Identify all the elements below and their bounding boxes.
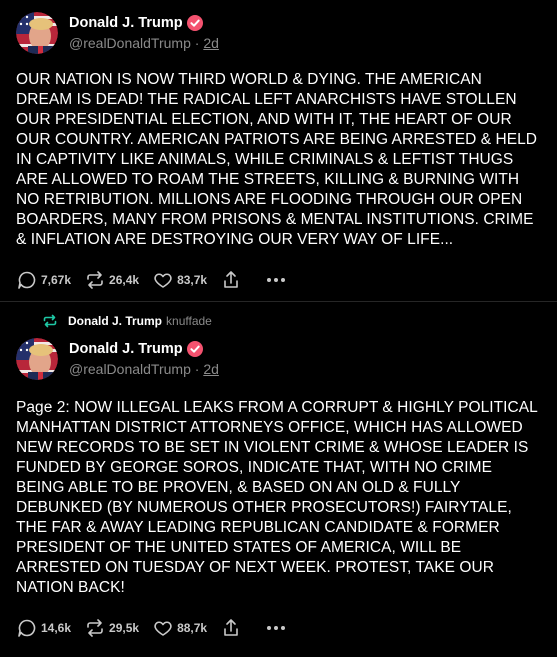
reply-count: 14,6k — [41, 621, 72, 635]
post-text: Page 2: NOW ILLEGAL LEAKS FROM A CORRUPT… — [16, 399, 538, 596]
avatar-image — [16, 338, 58, 380]
author-name[interactable]: Donald J. Trump — [69, 15, 183, 31]
reply-count: 7,67k — [41, 273, 72, 287]
like-count: 88,7k — [177, 621, 208, 635]
post-actions: 14,6k 29,5k 88,7k — [16, 617, 541, 639]
reply-button[interactable]: 7,67k — [16, 269, 71, 291]
author-handle[interactable]: @realDonaldTrump — [69, 35, 191, 51]
author-handle[interactable]: @realDonaldTrump — [69, 361, 191, 377]
author-name-row: Donald J. Trump — [69, 15, 219, 31]
repost-count: 29,5k — [109, 621, 140, 635]
share-button[interactable] — [220, 269, 245, 291]
author-block: Donald J. Trump @realDonaldTrump · 2d — [69, 15, 219, 51]
repost-count: 26,4k — [109, 273, 140, 287]
author-name-row: Donald J. Trump — [69, 341, 219, 357]
like-count: 83,7k — [177, 273, 208, 287]
more-button[interactable] — [265, 617, 287, 639]
avatar[interactable] — [16, 12, 58, 54]
share-button[interactable] — [220, 617, 245, 639]
post-actions: 7,67k 26,4k 83,7k — [16, 269, 541, 291]
reply-icon — [18, 271, 36, 289]
repost-icon — [43, 314, 57, 328]
repost-button[interactable]: 29,5k — [84, 617, 139, 639]
verified-badge-icon — [186, 341, 203, 357]
avatar-image — [16, 12, 58, 54]
more-button[interactable] — [265, 269, 287, 291]
post[interactable]: Donald J. Trump @realDonaldTrump · 2d OU… — [0, 0, 557, 302]
verified-badge-icon — [186, 15, 203, 31]
author-handle-row: @realDonaldTrump · 2d — [69, 361, 219, 377]
more-icon — [267, 278, 286, 282]
author-handle-row: @realDonaldTrump · 2d — [69, 35, 219, 51]
post-text: OUR NATION IS NOW THIRD WORLD & DYING. T… — [16, 71, 538, 248]
post-time[interactable]: 2d — [203, 361, 219, 377]
more-icon — [267, 626, 286, 630]
repost-author[interactable]: Donald J. Trump — [68, 314, 162, 328]
reply-button[interactable]: 14,6k — [16, 617, 71, 639]
avatar[interactable] — [16, 338, 58, 380]
post-header: Donald J. Trump @realDonaldTrump · 2d — [16, 337, 541, 381]
author-name[interactable]: Donald J. Trump — [69, 341, 183, 357]
repost-button[interactable]: 26,4k — [84, 269, 139, 291]
post-time[interactable]: 2d — [203, 35, 219, 51]
repost-icon — [87, 619, 103, 637]
share-icon — [224, 271, 238, 288]
like-icon — [154, 621, 172, 636]
like-button[interactable]: 88,7k — [152, 617, 207, 639]
feed: Donald J. Trump @realDonaldTrump · 2d OU… — [0, 0, 557, 639]
author-block: Donald J. Trump @realDonaldTrump · 2d — [69, 341, 219, 377]
reply-icon — [18, 619, 36, 637]
share-icon — [224, 619, 238, 636]
post[interactable]: Donald J. Trump knuffade Donald J. Trump… — [0, 302, 557, 639]
post-header: Donald J. Trump @realDonaldTrump · 2d — [16, 11, 541, 55]
like-button[interactable]: 83,7k — [152, 269, 207, 291]
repost-indicator: Donald J. Trump knuffade — [42, 310, 541, 332]
repost-icon — [87, 271, 103, 289]
repost-verb: knuffade — [166, 314, 212, 328]
like-icon — [154, 273, 172, 288]
